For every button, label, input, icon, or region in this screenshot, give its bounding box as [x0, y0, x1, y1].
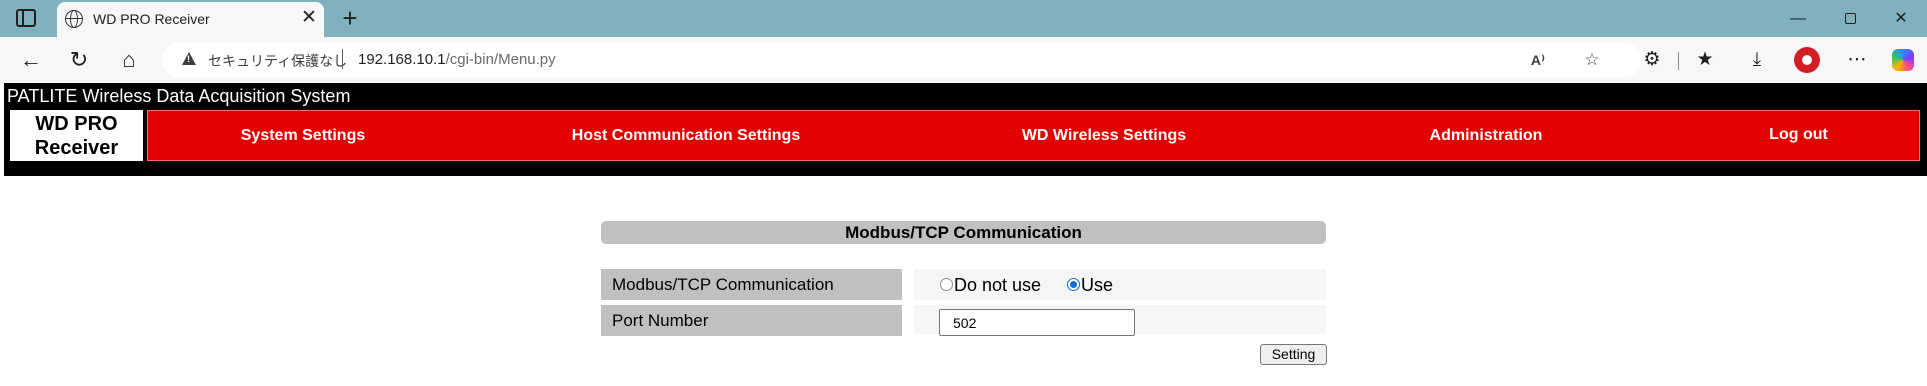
port-number-input[interactable]	[939, 309, 1135, 336]
favorites-icon[interactable]: ★	[1690, 45, 1720, 75]
nav-logout[interactable]: Log out	[1677, 110, 1920, 161]
back-arrow-icon[interactable]: ←	[16, 45, 46, 75]
reload-icon[interactable]: ↻	[64, 45, 94, 75]
minimize-window-icon[interactable]: —	[1775, 4, 1821, 34]
logo-line-1: WD PRO	[35, 113, 118, 135]
url-text[interactable]: 192.168.10.1/cgi-bin/Menu.py	[358, 51, 556, 68]
favorite-star-icon[interactable]: ☆	[1581, 49, 1603, 71]
modbus-communication-options: Do not use Use	[914, 269, 1326, 300]
close-window-icon[interactable]: ✕	[1878, 4, 1924, 34]
radio-do-not-use-label[interactable]: Do not use	[954, 275, 1041, 296]
product-logo: WD PRO Receiver	[10, 110, 143, 161]
profile-icon[interactable]	[1792, 45, 1822, 75]
system-title: PATLITE Wireless Data Acquisition System	[7, 86, 351, 106]
section-title: Modbus/TCP Communication	[601, 221, 1326, 244]
nav-system-settings[interactable]: System Settings	[147, 110, 459, 161]
url-path: /cgi-bin/Menu.py	[445, 51, 556, 68]
sidebar-icon[interactable]	[16, 9, 36, 27]
radio-do-not-use[interactable]	[940, 278, 953, 291]
nav-administration[interactable]: Administration	[1295, 110, 1677, 161]
close-tab-icon[interactable]: ✕	[299, 8, 319, 28]
home-icon[interactable]: ⌂	[114, 45, 144, 75]
browser-toolbar: ← ↻ ⌂ セキュリティ保護なし 192.168.10.1/cgi-bin/Me…	[0, 37, 1927, 83]
copilot-icon[interactable]	[1888, 45, 1918, 75]
url-separator	[342, 49, 343, 69]
download-icon[interactable]: ⤓	[1742, 45, 1772, 75]
more-icon[interactable]: ⋯	[1842, 45, 1872, 75]
extensions-icon[interactable]: ⚙	[1637, 45, 1667, 75]
setting-button[interactable]: Setting	[1260, 344, 1327, 365]
nav-host-communication-settings[interactable]: Host Communication Settings	[459, 110, 913, 161]
logo-line-2: Receiver	[34, 137, 119, 159]
new-tab-icon[interactable]: +	[336, 3, 364, 33]
toolbar-separator	[1678, 52, 1679, 70]
main-nav: System Settings Host Communication Setti…	[147, 110, 1920, 161]
radio-use-label[interactable]: Use	[1081, 275, 1113, 296]
warning-icon[interactable]	[182, 52, 196, 65]
browser-tab-bar: WD PRO Receiver ✕ + — ✕	[0, 0, 1927, 37]
port-number-cell	[914, 305, 1326, 336]
read-aloud-icon[interactable]: A⁾	[1527, 49, 1549, 71]
address-bar[interactable]: セキュリティ保護なし 192.168.10.1/cgi-bin/Menu.py …	[162, 43, 1642, 77]
url-host: 192.168.10.1	[358, 51, 446, 68]
page-viewport: PATLITE Wireless Data Acquisition System…	[4, 83, 1927, 386]
security-label[interactable]: セキュリティ保護なし	[208, 51, 347, 71]
radio-use[interactable]	[1067, 278, 1080, 291]
page-header: PATLITE Wireless Data Acquisition System…	[4, 83, 1927, 176]
maximize-window-icon[interactable]	[1827, 4, 1873, 34]
port-number-label: Port Number	[601, 305, 902, 336]
globe-icon	[65, 10, 83, 28]
nav-wd-wireless-settings[interactable]: WD Wireless Settings	[913, 110, 1295, 161]
browser-tab[interactable]: WD PRO Receiver ✕	[57, 2, 324, 37]
tab-title: WD PRO Receiver	[93, 11, 210, 27]
modbus-communication-label: Modbus/TCP Communication	[601, 269, 902, 300]
